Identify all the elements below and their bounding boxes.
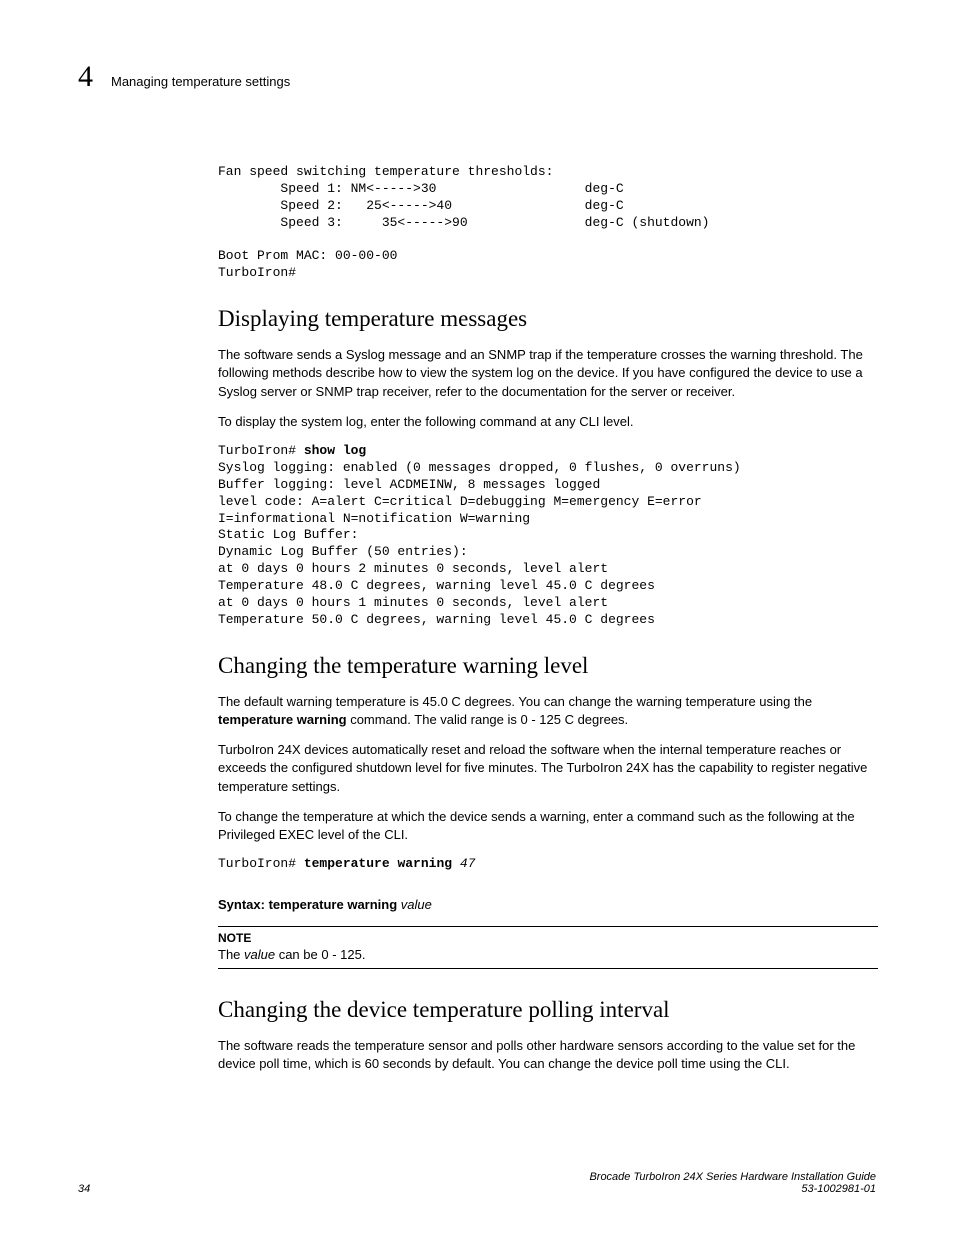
page-number: 34	[78, 1183, 90, 1195]
body-text: The software reads the temperature senso…	[218, 1037, 878, 1073]
footer-doc-title: Brocade TurboIron 24X Series Hardware In…	[589, 1171, 876, 1183]
section-title-displaying: Displaying temperature messages	[218, 306, 878, 332]
note-rule-bottom	[218, 968, 878, 969]
section-title-warning-level: Changing the temperature warning level	[218, 653, 878, 679]
page-header: 4 Managing temperature settings	[78, 60, 876, 94]
note-label: NOTE	[218, 931, 878, 945]
page-footer: 34 Brocade TurboIron 24X Series Hardware…	[78, 1171, 876, 1195]
code-temp-warning: TurboIron# temperature warning 47	[218, 856, 878, 873]
main-content: Fan speed switching temperature threshol…	[218, 164, 878, 1073]
note-rule-top	[218, 926, 878, 927]
syntax-line: Syntax: temperature warning value	[218, 897, 878, 912]
body-text: To display the system log, enter the fol…	[218, 413, 878, 431]
section-title-polling-interval: Changing the device temperature polling …	[218, 997, 878, 1023]
body-text: The software sends a Syslog message and …	[218, 346, 878, 401]
note-body: The value can be 0 - 125.	[218, 947, 878, 962]
body-text: The default warning temperature is 45.0 …	[218, 693, 878, 729]
footer-doc-info: Brocade TurboIron 24X Series Hardware In…	[589, 1171, 876, 1195]
body-text: TurboIron 24X devices automatically rese…	[218, 741, 878, 796]
footer-doc-id: 53-1002981-01	[589, 1183, 876, 1195]
body-text: To change the temperature at which the d…	[218, 808, 878, 844]
chapter-number: 4	[78, 60, 93, 94]
code-thresholds: Fan speed switching temperature threshol…	[218, 164, 878, 282]
running-head: Managing temperature settings	[111, 74, 290, 89]
code-show-log: TurboIron# show log Syslog logging: enab…	[218, 443, 878, 629]
